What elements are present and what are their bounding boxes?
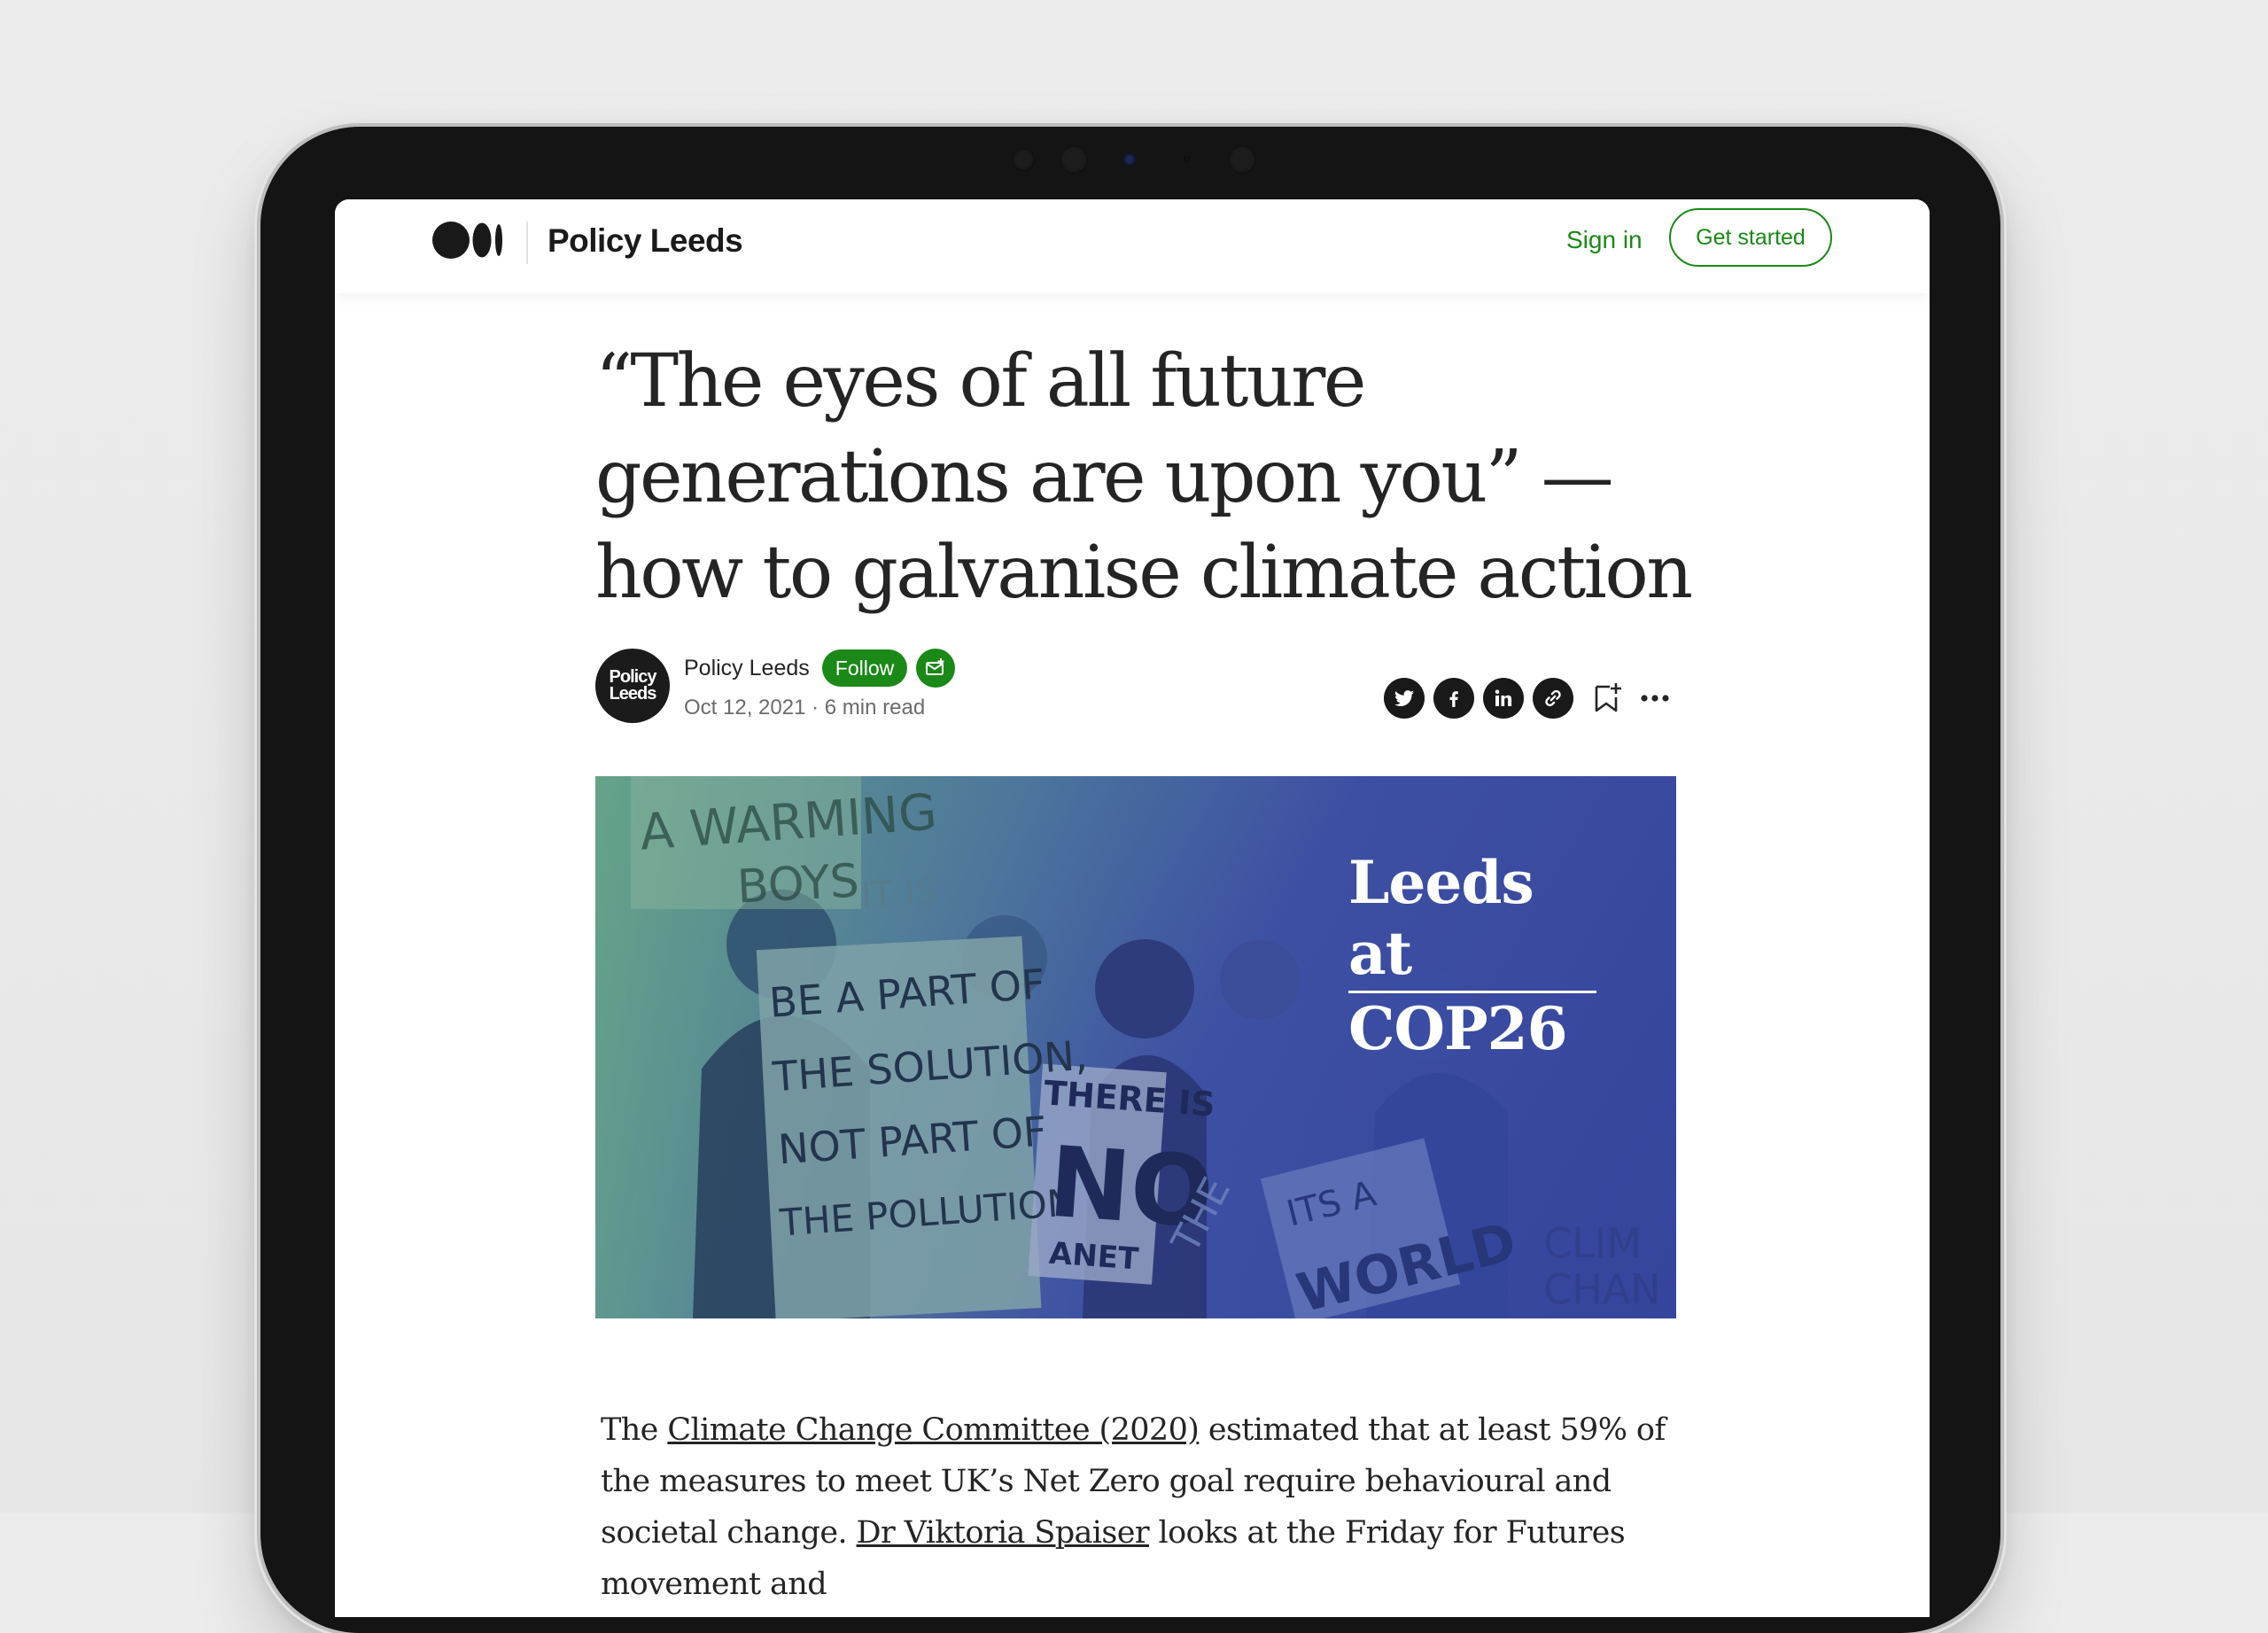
get-started-button[interactable]: Get started (1669, 208, 1832, 267)
subscribe-mail-icon (926, 658, 944, 675)
article-meta: Oct 12, 2021 · 6 min read (684, 696, 925, 720)
more-actions-button[interactable] (1634, 677, 1676, 719)
article-body: The Climate Change Committee (2020) esti… (601, 1404, 1690, 1610)
hero-image: A WARMING BOYS IT IS BE A PART OF THE SO… (595, 776, 1676, 1318)
facebook-icon (1449, 691, 1458, 707)
medium-logo-icon[interactable] (431, 219, 505, 261)
bookmark-icon (1595, 683, 1621, 712)
share-linkedin-button[interactable] (1483, 678, 1524, 719)
linkedin-icon (1495, 689, 1512, 706)
publication-name[interactable]: Policy Leeds (548, 222, 743, 260)
author-avatar[interactable]: Policy Leeds (595, 649, 670, 723)
sign-text: IT IS (859, 871, 939, 917)
twitter-icon (1394, 690, 1414, 706)
device-top-button (1809, 121, 1907, 127)
subscribe-button[interactable] (916, 649, 955, 688)
author-name[interactable]: Policy Leeds (684, 656, 810, 681)
camera-sensor (1012, 148, 1035, 171)
avatar-text: Leeds (609, 684, 657, 704)
tablet-device: Policy Leeds Sign in Get started “The ey… (260, 127, 2000, 1633)
publish-date: Oct 12, 2021 (684, 696, 806, 719)
link-icon (1545, 689, 1561, 707)
follow-button[interactable]: Follow (822, 649, 907, 687)
share-facebook-button[interactable] (1433, 678, 1474, 719)
logo-divider (526, 222, 528, 264)
camera-sensor (1184, 156, 1190, 162)
article-title: “The eyes of all future generations are … (595, 339, 1693, 615)
climate-change-committee-link[interactable]: Climate Change Committee (2020) (667, 1412, 1200, 1448)
sign-text: CHAN (1543, 1265, 1661, 1313)
share-twitter-button[interactable] (1384, 678, 1425, 719)
camera-sensor (1060, 145, 1088, 174)
sign-text: CLIM (1543, 1219, 1643, 1267)
sign-text: ANET (1047, 1235, 1140, 1278)
device-volume-button (2000, 285, 2006, 383)
hero-title-line: COP26 (1348, 994, 1568, 1063)
hero-title: Leeds at COP26 (1348, 847, 1650, 1064)
camera-sensor (1228, 145, 1256, 174)
bookmark-button[interactable] (1586, 677, 1628, 719)
camera-lens (1123, 153, 1136, 166)
browser-screen: Policy Leeds Sign in Get started “The ey… (335, 199, 1930, 1617)
site-header: Policy Leeds Sign in Get started (335, 199, 1930, 293)
sign-text: BOYS (735, 854, 861, 914)
author-viktoria-spaiser-link[interactable]: Dr Viktoria Spaiser (857, 1515, 1150, 1551)
read-time: 6 min read (824, 696, 926, 719)
device-volume-button (2000, 397, 2006, 494)
copy-link-button[interactable] (1533, 678, 1573, 719)
more-icon (1641, 695, 1669, 702)
meta-separator: · (812, 696, 819, 719)
body-text: The (601, 1412, 668, 1448)
sign-in-link[interactable]: Sign in (1566, 226, 1643, 254)
hero-title-line: Leeds at (1348, 847, 1596, 993)
